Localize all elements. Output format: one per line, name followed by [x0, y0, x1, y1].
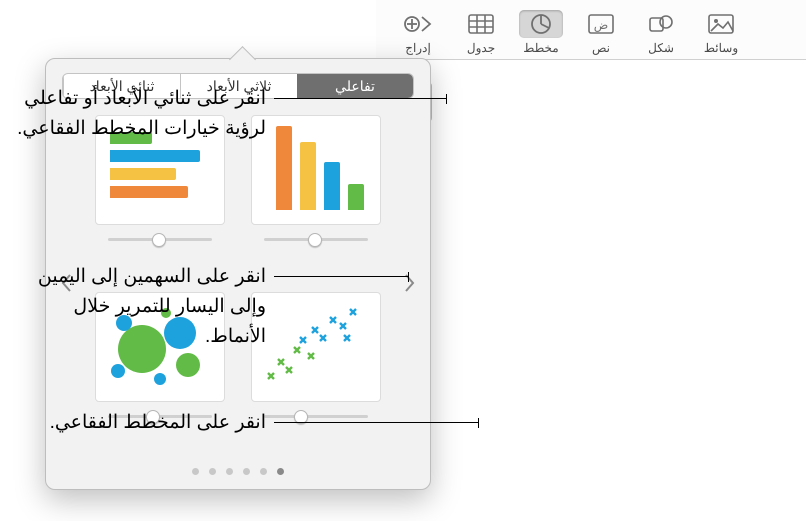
segment-interactive[interactable]: تفاعلي: [297, 74, 413, 98]
page-dot[interactable]: [243, 468, 250, 475]
page-dot[interactable]: [226, 468, 233, 475]
text-icon: ض: [579, 10, 623, 38]
callout-line: [274, 422, 478, 423]
chart-option-column[interactable]: [248, 115, 384, 272]
toolbar-chart[interactable]: مخطط: [512, 10, 570, 56]
toolbar-label: وسائط: [704, 40, 738, 56]
toolbar-label: مخطط: [523, 40, 558, 56]
toolbar-label: جدول: [467, 40, 495, 56]
table-icon: [459, 10, 503, 38]
toolbar-shape[interactable]: شكل: [632, 10, 690, 56]
page-dot[interactable]: [277, 468, 284, 475]
column-chart-thumb: [251, 115, 381, 225]
page-dot[interactable]: [209, 468, 216, 475]
page-dot[interactable]: [260, 468, 267, 475]
chevron-right-icon[interactable]: [400, 269, 418, 297]
toolbar-label: نص: [592, 40, 610, 56]
toolbar-text[interactable]: ض نص: [572, 10, 630, 56]
callout-line: [274, 276, 408, 277]
callout-arrows: انقر على السهمين إلى اليمين وإلى اليسار …: [16, 262, 266, 352]
scatter-chart-thumb: [251, 292, 381, 402]
style-slider[interactable]: [264, 412, 368, 420]
toolbar-media[interactable]: وسائط: [692, 10, 750, 56]
toolbar-label: شكل: [648, 40, 674, 56]
callout-tabs: انقر على ثنائي الأبعاد أو تفاعلي لرؤية خ…: [16, 84, 266, 144]
chart-icon: [519, 10, 563, 38]
page-dots: [46, 468, 430, 475]
style-slider[interactable]: [108, 235, 212, 243]
toolbar: إدراج جدول مخطط ض نص شكل وسائط: [376, 0, 806, 60]
callout-bubble: انقر على المخطط الفقاعي.: [16, 408, 266, 438]
svg-text:ض: ض: [594, 18, 609, 32]
toolbar-insert[interactable]: إدراج: [386, 10, 450, 56]
style-slider[interactable]: [264, 235, 368, 243]
toolbar-table[interactable]: جدول: [452, 10, 510, 56]
insert-icon: [396, 10, 440, 38]
shape-icon: [639, 10, 683, 38]
page-dot[interactable]: [192, 468, 199, 475]
media-icon: [699, 10, 743, 38]
toolbar-label: إدراج: [405, 40, 431, 56]
chart-option-scatter[interactable]: [248, 292, 384, 449]
callout-line: [274, 98, 446, 99]
